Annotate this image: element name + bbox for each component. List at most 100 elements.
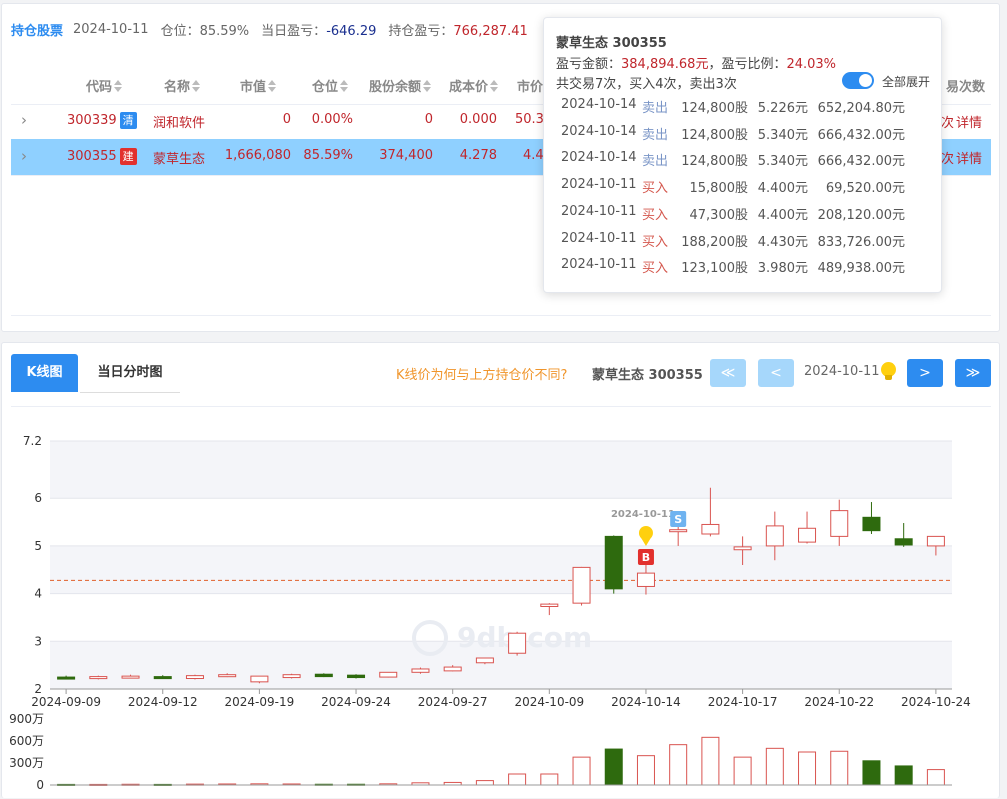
candle-body [669,529,688,533]
candle-body [540,603,559,607]
col-name[interactable]: 名称 [164,76,200,95]
col-shares[interactable]: 股份余额 [369,76,431,95]
stock-code: 300355 建 [67,148,137,165]
lightbulb-icon[interactable] [881,362,896,380]
col-price[interactable]: 市价 [517,76,543,95]
trade-date: 2024-10-11 [561,230,637,246]
candle-body [347,674,366,679]
annotation-date: 2024-10-11 [611,509,675,520]
candle-body [411,668,430,673]
volume-tick-label: 600万 [9,734,44,748]
prev-day-button[interactable]: < [758,359,794,387]
status-badge: 建 [119,148,137,165]
col-market-value[interactable]: 市值 [240,76,276,95]
trade-row: 2024-10-11 买入 15,800股 4.400元 69,520.00元 [561,177,931,203]
position-pct: 85.59% [303,148,353,163]
market-price: 4.4 [523,148,544,163]
candle-body [250,675,269,683]
kline-date: 2024-10-11 [804,364,880,379]
sort-icon[interactable] [114,80,122,92]
trade-shares: 47,300股 [689,207,749,223]
chart-band [50,545,952,594]
shares: 0 [424,112,433,127]
market-price: 50.3 [515,112,544,127]
trade-type: 卖出 [642,154,669,170]
y-tick-label: 2 [34,682,42,696]
col-position[interactable]: 仓位 [312,76,348,95]
trade-row: 2024-10-14 卖出 124,800股 5.340元 666,432.00元 [561,150,931,176]
sell-marker-label: S [674,513,682,526]
volume-bar [798,751,817,786]
expand-all-label[interactable]: 全部展开 [882,73,930,90]
chevron-right-icon[interactable]: › [21,147,27,165]
trade-row: 2024-10-14 卖出 124,800股 5.226元 652,204.80元 [561,97,931,123]
market-value: 1,666,080 [224,148,291,163]
x-tick-label: 2024-09-27 [418,695,488,709]
divider [11,315,991,316]
first-day-button[interactable]: ≪ [710,359,746,387]
candle-body [733,546,752,551]
kline-stock-label: 蒙草生态 300355 [592,368,703,383]
trade-type: 卖出 [642,101,669,116]
chevron-right-icon[interactable]: › [21,111,27,129]
x-tick-label: 2024-09-12 [128,695,198,709]
daily-pl-summary: 当日盈亏：-646.29 [261,23,377,39]
trade-row: 2024-10-11 买入 188,200股 4.430元 833,726.00元 [561,231,931,257]
sort-icon[interactable] [268,80,276,92]
cost-price: 4.278 [459,148,497,163]
price-diff-help-link[interactable]: K线价为何与上方持仓价不同? [396,364,567,383]
trade-date: 2024-10-14 [561,123,637,139]
trade-shares: 123,100股 [681,261,748,277]
trade-count[interactable]: 次 [941,148,954,167]
y-tick-label: 7.2 [23,434,42,448]
kline-card: K线图 当日分时图 K线价为何与上方持仓价不同? 蒙草生态 300355 ≪ <… [1,342,1000,798]
x-tick-label: 2024-10-17 [708,695,778,709]
volume-bar [475,780,494,786]
col-trade-count[interactable]: 易次数 [946,76,985,95]
sort-icon[interactable] [490,80,498,92]
trade-date: 2024-10-11 [561,257,637,273]
trade-price: 4.430元 [757,234,808,250]
detail-link[interactable]: 详情 [956,148,982,167]
volume-bar [701,736,720,786]
trade-type: 卖出 [642,127,669,143]
col-cost[interactable]: 成本价 [449,76,498,95]
shares: 374,400 [379,148,433,163]
sort-icon[interactable] [192,80,200,92]
expand-all-toggle[interactable] [842,72,874,89]
candle-body [636,572,655,587]
stock-code: 300339 清 [67,112,137,129]
last-day-button[interactable]: ≫ [955,359,991,387]
holdings-title[interactable]: 持仓股票 [11,20,63,39]
trade-amount: 69,520.00元 [825,181,905,197]
detail-link[interactable]: 详情 [956,112,982,131]
trade-price: 3.980元 [757,261,808,277]
trade-type: 买入 [642,207,669,223]
trade-shares: 188,200股 [681,234,748,250]
candle-body [604,535,623,590]
trade-shares: 15,800股 [689,181,749,197]
candle-body [121,675,140,679]
popover-title: 蒙草生态 300355 [556,36,667,51]
candle-body [379,671,398,678]
y-tick-label: 5 [34,539,42,553]
trade-detail-popover: 蒙草生态 300355 盈亏金额：384,894.68元，盈亏比例：24.03%… [543,17,942,293]
holdings-date: 2024-10-11 [73,21,149,37]
kline-chart[interactable]: 7.2654329db.com2024-09-092024-09-122024-… [2,407,999,799]
trade-amount: 833,726.00元 [817,234,905,250]
candle-body [218,674,237,678]
candle-body [314,673,333,678]
tab-kline[interactable]: K线图 [11,354,78,392]
candle-body [57,676,76,680]
candle-body [894,538,913,546]
volume-bar [733,756,752,786]
sort-icon[interactable] [340,80,348,92]
sort-icon[interactable] [423,80,431,92]
col-code[interactable]: 代码 [86,76,122,95]
buy-marker-label: B [642,551,650,564]
trade-count[interactable]: 次 [941,112,954,131]
trade-type: 买入 [642,234,669,250]
next-day-button[interactable]: > [907,359,943,387]
trade-price: 4.400元 [757,181,808,197]
tab-intraday[interactable]: 当日分时图 [80,354,180,393]
